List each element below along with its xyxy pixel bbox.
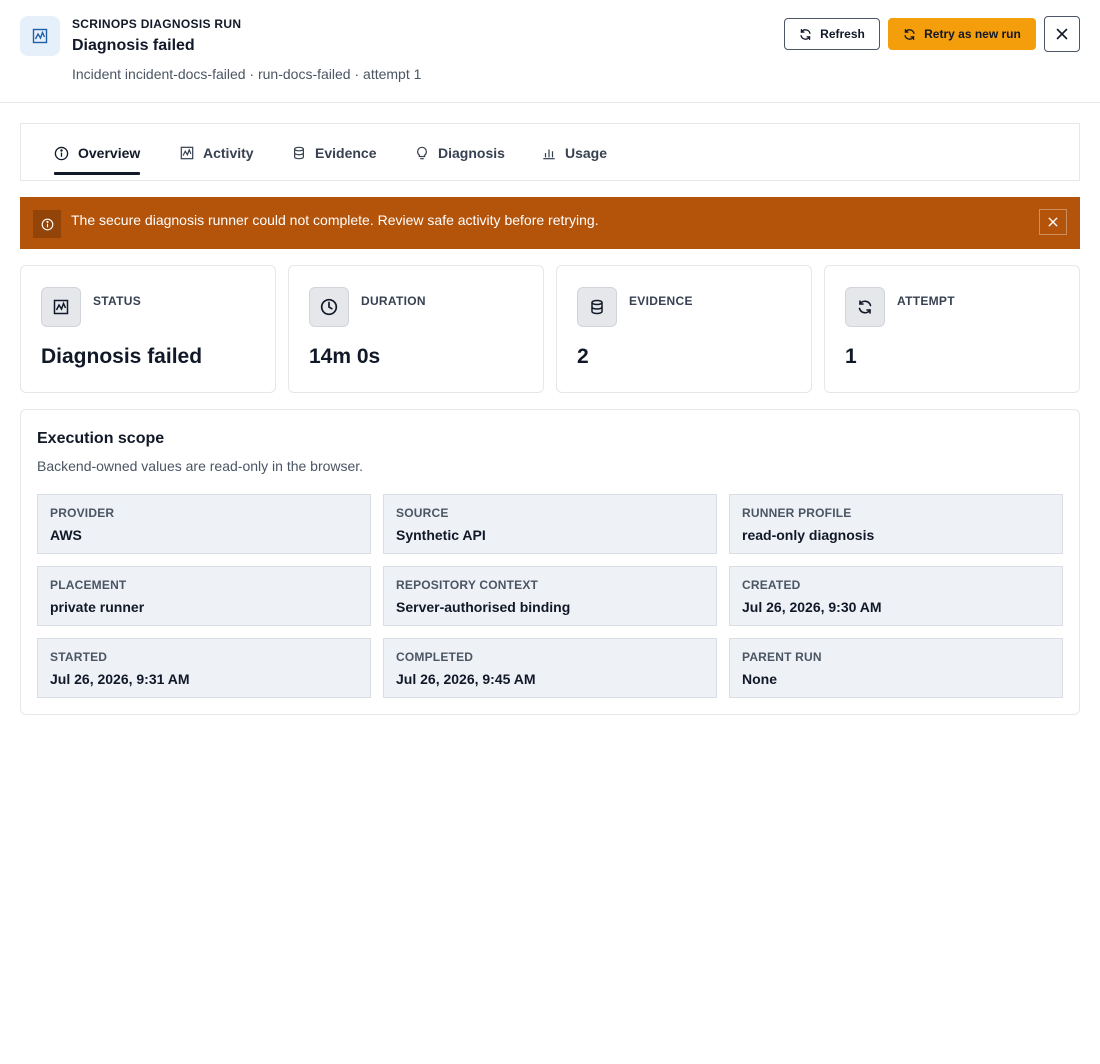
section-description: Backend-owned values are read-only in th… <box>37 458 364 474</box>
tab-bar: Overview Activity Evidence Diagnosis Usa… <box>20 123 1080 181</box>
close-icon <box>1056 28 1068 40</box>
lightbulb-icon <box>415 146 429 160</box>
tab-label: Diagnosis <box>438 145 505 161</box>
field-label: PLACEMENT <box>50 578 127 592</box>
execution-scope-panel: Execution scope Backend-owned values are… <box>20 409 1080 715</box>
field-value: Jul 26, 2026, 9:31 AM <box>50 671 190 687</box>
field-value: Jul 26, 2026, 9:30 AM <box>742 599 882 615</box>
tab-label: Overview <box>78 145 141 161</box>
clock-icon <box>309 287 349 327</box>
field-completed: COMPLETED Jul 26, 2026, 9:45 AM <box>383 638 717 698</box>
refresh-icon <box>845 287 885 327</box>
field-value: AWS <box>50 527 82 543</box>
stat-card-evidence: EVIDENCE 2 <box>556 265 812 393</box>
field-value: Synthetic API <box>396 527 486 543</box>
activity-chart-icon <box>20 16 60 56</box>
retry-button-label: Retry as new run <box>924 27 1021 41</box>
database-icon <box>292 146 306 160</box>
info-icon <box>54 146 69 161</box>
page-header: SCRINOPS DIAGNOSIS RUN Diagnosis failed … <box>0 0 1100 103</box>
field-label: REPOSITORY CONTEXT <box>396 578 539 592</box>
field-started: STARTED Jul 26, 2026, 9:31 AM <box>37 638 371 698</box>
stat-value: 2 <box>577 345 589 368</box>
retry-as-new-run-button[interactable]: Retry as new run <box>888 18 1036 50</box>
tab-activity[interactable]: Activity <box>180 124 254 182</box>
field-source: SOURCE Synthetic API <box>383 494 717 554</box>
tab-label: Activity <box>203 145 254 161</box>
field-value: private runner <box>50 599 145 615</box>
stat-label: DURATION <box>361 294 426 308</box>
field-placement: PLACEMENT private runner <box>37 566 371 626</box>
field-label: PROVIDER <box>50 506 115 520</box>
refresh-button[interactable]: Refresh <box>784 18 880 50</box>
section-title: Execution scope <box>37 430 165 447</box>
page-title: Diagnosis failed <box>72 37 195 54</box>
stat-label: ATTEMPT <box>897 294 955 308</box>
tab-label: Evidence <box>315 145 377 161</box>
field-label: SOURCE <box>396 506 449 520</box>
field-value: Jul 26, 2026, 9:45 AM <box>396 671 536 687</box>
field-parent-run: PARENT RUN None <box>729 638 1063 698</box>
tab-label: Usage <box>565 145 608 161</box>
page-subtitle: Incident incident-docs-failed · run-docs… <box>72 66 422 82</box>
stat-card-duration: DURATION 14m 0s <box>288 265 544 393</box>
refresh-button-label: Refresh <box>820 27 865 41</box>
tab-usage[interactable]: Usage <box>542 124 607 182</box>
close-icon <box>1048 217 1058 227</box>
stat-value: 14m 0s <box>309 345 381 368</box>
field-label: RUNNER PROFILE <box>742 506 852 520</box>
stat-card-attempt: ATTEMPT 1 <box>824 265 1080 393</box>
field-value: read-only diagnosis <box>742 527 875 543</box>
stat-value: 1 <box>845 345 857 368</box>
field-created: CREATED Jul 26, 2026, 9:30 AM <box>729 566 1063 626</box>
field-label: COMPLETED <box>396 650 474 664</box>
stat-card-status: STATUS Diagnosis failed <box>20 265 276 393</box>
alert-message: The secure diagnosis runner could not co… <box>71 212 599 228</box>
field-label: STARTED <box>50 650 108 664</box>
refresh-icon <box>799 28 812 41</box>
field-runner-profile: RUNNER PROFILE read-only diagnosis <box>729 494 1063 554</box>
field-repository-context: REPOSITORY CONTEXT Server-authorised bin… <box>383 566 717 626</box>
field-label: PARENT RUN <box>742 650 822 664</box>
stat-label: EVIDENCE <box>629 294 693 308</box>
field-label: CREATED <box>742 578 801 592</box>
activity-chart-icon <box>41 287 81 327</box>
page-eyebrow: SCRINOPS DIAGNOSIS RUN <box>72 17 242 31</box>
field-value: Server-authorised binding <box>396 599 571 615</box>
error-alert: The secure diagnosis runner could not co… <box>20 197 1080 249</box>
info-icon <box>33 210 61 238</box>
activity-chart-icon <box>180 146 194 160</box>
tab-evidence[interactable]: Evidence <box>292 124 376 182</box>
tab-diagnosis[interactable]: Diagnosis <box>415 124 505 182</box>
close-button[interactable] <box>1044 16 1080 52</box>
dismiss-alert-button[interactable] <box>1039 209 1067 235</box>
bar-chart-icon <box>542 146 556 160</box>
field-value: None <box>742 671 777 687</box>
database-icon <box>577 287 617 327</box>
tab-overview[interactable]: Overview <box>54 124 141 182</box>
field-provider: PROVIDER AWS <box>37 494 371 554</box>
stat-value: Diagnosis failed <box>41 345 203 368</box>
refresh-icon <box>903 28 916 41</box>
stat-label: STATUS <box>93 294 142 308</box>
